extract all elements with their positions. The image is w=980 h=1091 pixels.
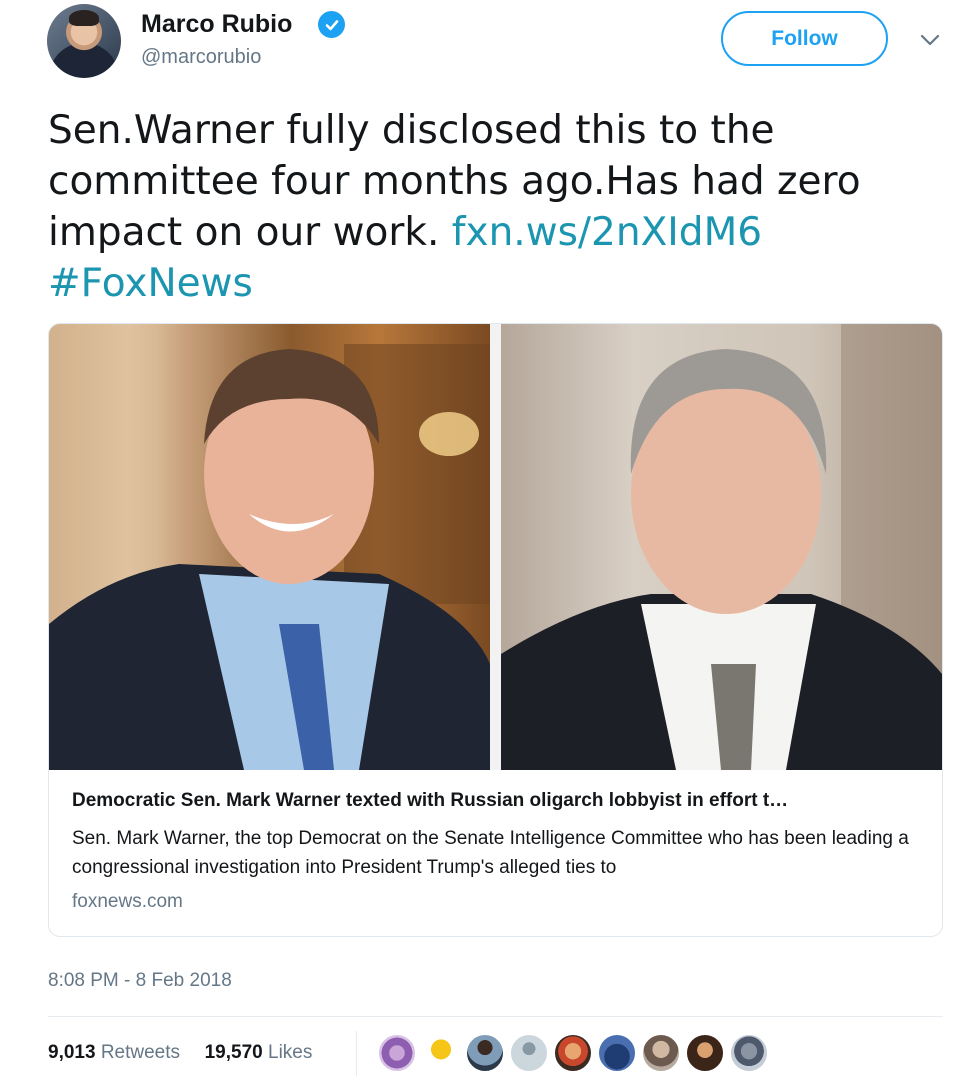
liker-avatar[interactable] (641, 1033, 681, 1073)
liker-avatar[interactable] (685, 1033, 725, 1073)
tweet-timestamp[interactable]: 8:08 PM - 8 Feb 2018 (48, 970, 232, 992)
tweet-header: Marco Rubio @marcorubio Follow (0, 0, 980, 100)
liker-avatar[interactable] (553, 1033, 593, 1073)
tweet-hashtag[interactable]: #FoxNews (48, 261, 253, 306)
liker-avatar[interactable] (597, 1033, 637, 1073)
liker-avatar[interactable] (509, 1033, 549, 1073)
liker-avatar[interactable] (421, 1033, 461, 1073)
likes-count[interactable]: 19,570 (205, 1042, 263, 1063)
tweet-stats: 9,013 Retweets 19,570 Likes (48, 1042, 312, 1064)
photo-left (49, 324, 490, 770)
stats-divider (356, 1031, 357, 1076)
likes-label[interactable]: Likes (268, 1042, 312, 1063)
author-handle[interactable]: @marcorubio (141, 46, 261, 69)
photo-right (501, 324, 942, 770)
liker-avatar[interactable] (729, 1033, 769, 1073)
card-domain: foxnews.com (72, 891, 183, 912)
retweets-count[interactable]: 9,013 (48, 1042, 96, 1063)
author-name[interactable]: Marco Rubio (141, 10, 292, 39)
image-divider (490, 324, 501, 770)
card-description: Sen. Mark Warner, the top Democrat on th… (72, 828, 909, 878)
card-title[interactable]: Democratic Sen. Mark Warner texted with … (72, 790, 932, 812)
card-image[interactable] (49, 324, 942, 770)
separator (48, 1016, 943, 1017)
tweet-link[interactable]: fxn.ws/2nXIdM6 (452, 210, 762, 255)
tweet-text: Sen.Warner fully disclosed this to the c… (48, 105, 928, 309)
retweets-label[interactable]: Retweets (101, 1042, 180, 1063)
liker-avatar[interactable] (377, 1033, 417, 1073)
follow-button[interactable]: Follow (721, 11, 888, 66)
chevron-down-icon[interactable] (916, 26, 944, 54)
author-avatar[interactable] (47, 4, 121, 78)
link-preview-card[interactable]: Democratic Sen. Mark Warner texted with … (48, 323, 943, 937)
liker-avatar[interactable] (465, 1033, 505, 1073)
verified-badge-icon (318, 11, 345, 38)
